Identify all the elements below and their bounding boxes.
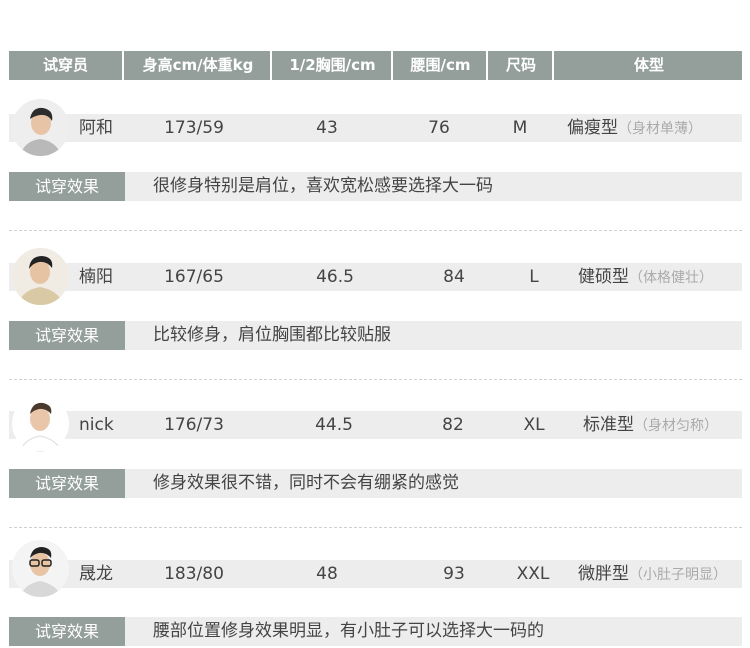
body-type-value: 健硕型（体格健壮） <box>578 263 713 291</box>
height-weight-value: 183/80 <box>164 564 224 584</box>
height-weight-value: 167/65 <box>164 267 224 287</box>
table-header: 试穿员 身高cm/体重kg 1/2胸围/cm 腰围/cm 尺码 体型 <box>9 51 742 80</box>
half-chest-value: 46.5 <box>316 267 354 287</box>
body-type-main: 微胖型 <box>578 564 629 584</box>
effect-label: 试穿效果 <box>9 172 125 201</box>
waist-value: 82 <box>442 415 464 435</box>
divider <box>9 527 742 528</box>
effect-text: 比较修身，肩位胸围都比较贴服 <box>153 325 391 345</box>
size-value: XXL <box>516 564 550 584</box>
effect-row: 试穿效果 修身效果很不错，同时不会有绷紧的感觉 <box>9 469 742 498</box>
height-weight-value: 176/73 <box>164 415 224 435</box>
body-type-note: （身材单薄） <box>618 121 702 137</box>
tester-avatar <box>12 395 69 452</box>
effect-label: 试穿效果 <box>9 617 125 646</box>
tester-name: nick <box>79 415 114 435</box>
header-size: 尺码 <box>486 51 554 80</box>
effect-row: 试穿效果 腰部位置修身效果明显，有小肚子可以选择大一码的 <box>9 617 742 646</box>
effect-row: 试穿效果 比较修身，肩位胸围都比较贴服 <box>9 321 742 350</box>
effect-label: 试穿效果 <box>9 469 125 498</box>
waist-value: 84 <box>443 267 465 287</box>
header-tester: 试穿员 <box>42 56 88 74</box>
divider <box>9 379 742 380</box>
table-row: 楠阳 167/65 46.5 84 L 健硕型（体格健壮） <box>9 263 742 291</box>
effect-text: 修身效果很不错，同时不会有绷紧的感觉 <box>153 473 459 493</box>
tester-avatar <box>12 248 69 305</box>
effect-row: 试穿效果 很修身特别是肩位，喜欢宽松感要选择大一码 <box>9 172 742 201</box>
size-value: XL <box>523 415 545 435</box>
tester-avatar <box>12 540 69 597</box>
header-waist: 腰围/cm <box>391 51 488 80</box>
tester-name: 晟龙 <box>79 564 113 584</box>
tester-avatar <box>12 99 69 156</box>
body-type-value: 偏瘦型（身材单薄） <box>567 114 702 142</box>
body-type-main: 标准型 <box>583 415 634 435</box>
body-type-note: （体格健壮） <box>629 270 713 286</box>
table-row: 阿和 173/59 43 76 M 偏瘦型（身材单薄） <box>9 114 742 142</box>
size-value: L <box>529 267 539 287</box>
body-type-value: 标准型（身材匀称） <box>583 411 718 439</box>
tester-name: 阿和 <box>79 118 113 138</box>
table-row: 晟龙 183/80 48 93 XXL 微胖型（小肚子明显） <box>9 560 742 588</box>
waist-value: 93 <box>443 564 465 584</box>
body-type-note: （小肚子明显） <box>629 567 727 583</box>
effect-text: 腰部位置修身效果明显，有小肚子可以选择大一码的 <box>153 621 544 641</box>
header-body-type: 体型 <box>552 51 744 80</box>
header-height-weight: 身高cm/体重kg <box>122 51 272 80</box>
tester-name: 楠阳 <box>79 267 113 287</box>
effect-text: 很修身特别是肩位，喜欢宽松感要选择大一码 <box>153 176 493 196</box>
divider <box>9 230 742 231</box>
size-value: M <box>512 118 528 138</box>
effect-label: 试穿效果 <box>9 321 125 350</box>
half-chest-value: 43 <box>316 118 338 138</box>
table-row: nick 176/73 44.5 82 XL 标准型（身材匀称） <box>9 411 742 439</box>
half-chest-value: 44.5 <box>315 415 353 435</box>
body-type-note: （身材匀称） <box>634 418 718 434</box>
half-chest-value: 48 <box>316 564 338 584</box>
header-half-chest: 1/2胸围/cm <box>270 51 393 80</box>
body-type-main: 偏瘦型 <box>567 118 618 138</box>
body-type-value: 微胖型（小肚子明显） <box>578 560 727 588</box>
waist-value: 76 <box>428 118 450 138</box>
body-type-main: 健硕型 <box>578 267 629 287</box>
height-weight-value: 173/59 <box>164 118 224 138</box>
